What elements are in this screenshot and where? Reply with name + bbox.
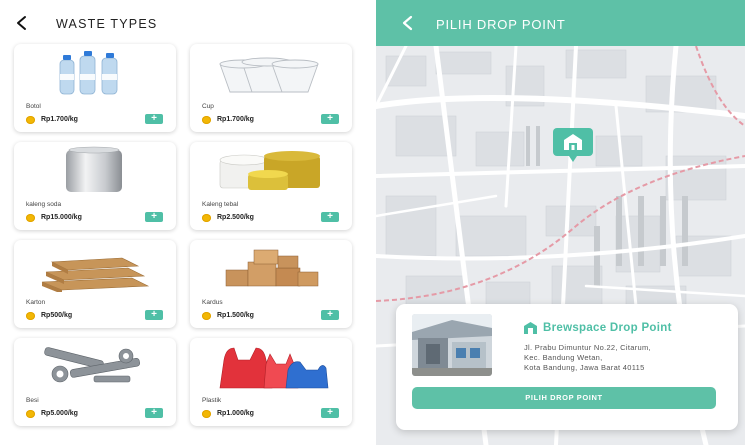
coin-icon xyxy=(202,116,211,124)
waste-price: Rp15.000/kg xyxy=(41,214,82,221)
waste-name: Kardus xyxy=(202,299,223,306)
waste-card-kaleng-soda[interactable]: kaleng soda Rp15.000/kg + xyxy=(14,142,176,230)
tin-cans-image xyxy=(219,151,320,190)
waste-name: Botol xyxy=(26,103,41,110)
waste-name: kaleng soda xyxy=(26,201,62,208)
coin-icon xyxy=(26,410,35,418)
drop-point-name: Brewspace Drop Point xyxy=(543,322,672,334)
add-button[interactable]: + xyxy=(321,310,339,320)
coin-icon xyxy=(202,214,211,222)
waste-types-screen: WASTE TYPES Botol Rp1.700/kg + Cup Rp1.7… xyxy=(0,0,362,445)
add-button[interactable]: + xyxy=(321,212,339,222)
coin-icon xyxy=(202,410,211,418)
coin-icon xyxy=(26,116,35,124)
back-arrow-icon[interactable] xyxy=(400,14,418,32)
waste-price: Rp500/kg xyxy=(41,312,73,319)
add-button[interactable]: + xyxy=(145,114,163,124)
drop-point-address-line3: Kota Bandung, Jawa Barat 40115 xyxy=(524,363,645,372)
waste-price: Rp5.000/kg xyxy=(41,410,78,417)
back-arrow-icon[interactable] xyxy=(14,14,32,32)
waste-card-cup[interactable]: Cup Rp1.700/kg + xyxy=(190,44,352,132)
soda-can-image xyxy=(66,146,122,192)
waste-card-besi[interactable]: Besi Rp5.000/kg + xyxy=(14,338,176,426)
waste-name: Plastik xyxy=(202,397,222,404)
scrap-metal-image xyxy=(44,347,140,383)
waste-price: Rp2.500/kg xyxy=(217,214,254,221)
cardboard-trays-image xyxy=(41,257,150,292)
waste-card-botol[interactable]: Botol Rp1.700/kg + xyxy=(14,44,176,132)
waste-name: Besi xyxy=(26,397,39,404)
drop-point-screen: PILIH DROP POINT Brewspace Drop Point Jl… xyxy=(376,0,745,445)
cardboard-boxes-image xyxy=(225,249,319,287)
add-button[interactable]: + xyxy=(145,212,163,222)
waste-types-header: WASTE TYPES xyxy=(0,0,362,46)
cups-image xyxy=(219,57,319,93)
pick-drop-point-button[interactable]: PILIH DROP POINT xyxy=(412,387,716,409)
waste-card-plastik[interactable]: Plastik Rp1.000/kg + xyxy=(190,338,352,426)
drop-point-address-line1: Jl. Prabu Dimuntur No.22, Citarum, xyxy=(524,343,651,352)
coin-icon xyxy=(26,214,35,222)
waste-price: Rp1.700/kg xyxy=(41,116,78,123)
add-button[interactable]: + xyxy=(145,408,163,418)
add-button[interactable]: + xyxy=(145,310,163,320)
drop-point-header: PILIH DROP POINT xyxy=(376,0,745,46)
drop-point-photo xyxy=(412,314,492,376)
waste-name: Cup xyxy=(202,103,214,110)
add-button[interactable]: + xyxy=(321,114,339,124)
waste-card-karton[interactable]: Karton Rp500/kg + xyxy=(14,240,176,328)
drop-point-card[interactable]: Brewspace Drop Point Jl. Prabu Dimuntur … xyxy=(396,304,738,430)
waste-name: Kaleng tebal xyxy=(202,201,239,208)
waste-name: Karton xyxy=(26,299,46,306)
drop-point-address-line2: Kec. Bandung Wetan, xyxy=(524,353,603,362)
page-title: PILIH DROP POINT xyxy=(436,17,566,32)
waste-price: Rp1.700/kg xyxy=(217,116,254,123)
waste-card-kardus[interactable]: Kardus Rp1.500/kg + xyxy=(190,240,352,328)
coin-icon xyxy=(202,312,211,320)
bottles-image xyxy=(59,51,118,95)
waste-price: Rp1.500/kg xyxy=(217,312,254,319)
building-icon xyxy=(524,322,537,334)
waste-card-kaleng-tebal[interactable]: Kaleng tebal Rp2.500/kg + xyxy=(190,142,352,230)
drop-point-marker-icon[interactable] xyxy=(553,128,593,162)
drop-point-name-row: Brewspace Drop Point xyxy=(524,322,672,334)
plastic-bags-image xyxy=(219,347,329,389)
coin-icon xyxy=(26,312,35,320)
add-button[interactable]: + xyxy=(321,408,339,418)
page-title: WASTE TYPES xyxy=(56,17,158,31)
waste-price: Rp1.000/kg xyxy=(217,410,254,417)
